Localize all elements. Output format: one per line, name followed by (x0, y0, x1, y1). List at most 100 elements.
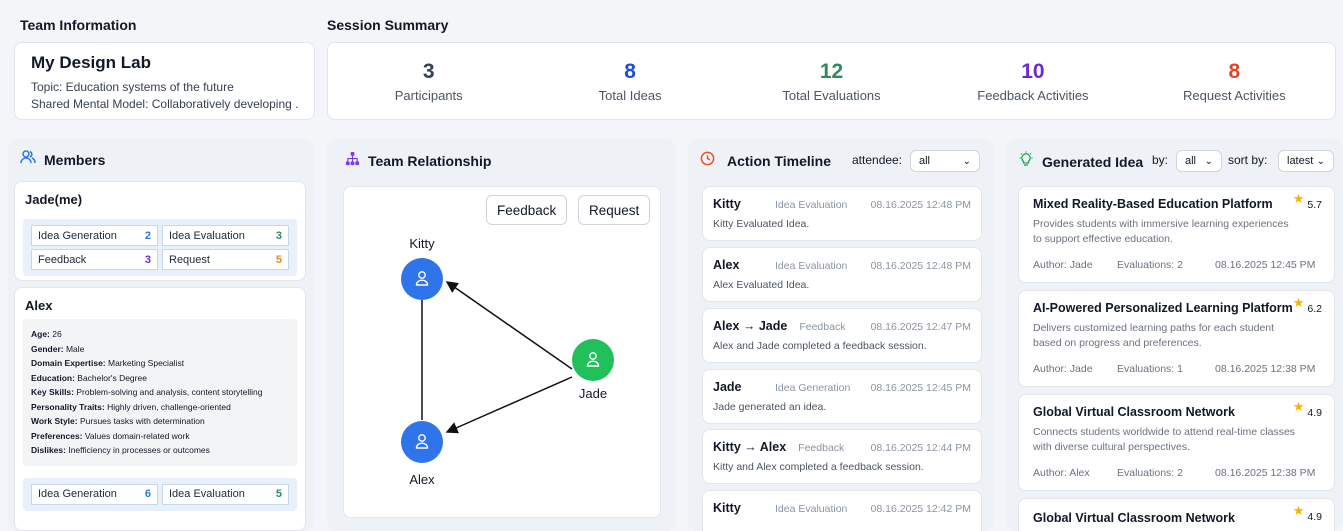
metric-feedback: Feedback 3 (31, 249, 158, 270)
timeline-desc: Alex and Jade completed a feedback sessi… (713, 340, 927, 352)
timeline-actor: Alex (713, 258, 740, 272)
stat-label: Feedback Activities (977, 88, 1089, 103)
profile-line: Work Style: Pursues tasks with determina… (31, 416, 205, 426)
edge-jade-kitty (445, 281, 573, 370)
chevron-down-icon: ⌄ (1316, 155, 1325, 167)
member-metrics: Idea Generation 2 Idea Evaluation 3 Feedba… (23, 219, 297, 276)
author-select[interactable]: all ⌄ (1176, 150, 1222, 172)
idea-time: 08.16.2025 12:45 PM (1215, 259, 1316, 271)
metric-value: 3 (144, 253, 151, 266)
author-select-value: all (1185, 155, 1197, 167)
stat-value: 10 (1021, 60, 1045, 83)
member-card-alex[interactable]: Alex Age: 26 Gender: Male Domain Experti… (14, 287, 306, 531)
timeline-time: 08.16.2025 12:42 PM (870, 503, 971, 515)
node-label-alex: Alex (409, 472, 435, 487)
star-icon: ★ (1292, 399, 1305, 414)
timeline-desc: Jade generated an idea. (713, 401, 827, 413)
generated-idea-panel: Generated Idea by: all ⌄ sort by: latest… (1006, 139, 1343, 531)
star-icon: ★ (1292, 191, 1305, 206)
stat-value: 3 (422, 60, 435, 83)
attendee-select-value: all (919, 155, 931, 167)
stat-label: Participants (394, 88, 463, 103)
action-timeline-title: Action Timeline (727, 153, 831, 169)
timeline-type: Feedback (798, 442, 845, 454)
timeline-desc: Alex Evaluated Idea. (713, 279, 810, 291)
action-timeline-panel: Action Timeline attendee: all ⌄ Kitty Ide… (688, 139, 994, 531)
stat-request-activities: 8 Request Activities (1134, 43, 1335, 119)
stat-value: 8 (624, 60, 636, 83)
chevron-down-icon: ⌄ (1204, 155, 1213, 167)
timeline-actor: Alex → Jade (713, 319, 788, 333)
hierarchy-icon (345, 151, 360, 171)
timeline-item[interactable]: Alex → Jade Feedback 08.16.2025 12:47 PM A… (702, 308, 982, 363)
timeline-item[interactable]: Kitty Idea Evaluation 08.16.2025 12:42 PM (702, 490, 982, 531)
idea-score-value: 4.9 (1307, 511, 1322, 523)
generated-idea-title: Generated Idea (1042, 153, 1144, 170)
metric-value: 5 (275, 488, 282, 500)
node-label-jade: Jade (578, 386, 608, 401)
idea-author: Author: Jade (1033, 259, 1093, 271)
metric-label: Idea Evaluation (169, 488, 245, 500)
node-alex[interactable] (401, 421, 443, 463)
timeline-desc: Kitty Evaluated Idea. (713, 218, 810, 230)
timeline-actor: Kitty (713, 197, 741, 211)
idea-meta: Author: Jade Evaluations: 1 08.16.2025 12:… (1033, 363, 1320, 375)
idea-evaluations: Evaluations: 1 (1117, 363, 1183, 375)
timeline-item[interactable]: Alex Idea Evaluation 08.16.2025 12:48 PM A… (702, 247, 982, 302)
star-icon: ★ (1292, 295, 1305, 310)
idea-desc: Connects students worldwide to attend re… (1033, 426, 1296, 453)
metric-label: Feedback (38, 253, 87, 266)
stat-label: Total Ideas (598, 88, 662, 103)
timeline-time: 08.16.2025 12:45 PM (870, 382, 971, 394)
metric-idea-generation: Idea Generation 6 (31, 483, 158, 505)
timeline-actor: Kitty → Alex (713, 440, 787, 454)
team-information-label: Team Information (20, 17, 137, 33)
timeline-time: 08.16.2025 12:48 PM (870, 199, 971, 211)
idea-time: 08.16.2025 12:38 PM (1215, 467, 1316, 479)
idea-score: ★ 4.9 (1293, 504, 1322, 523)
idea-card[interactable]: Mixed Reality-Based Education Platform ★… (1018, 186, 1335, 283)
node-jade[interactable] (572, 339, 614, 381)
idea-card[interactable]: Global Virtual Classroom Network ★ 4.9 Co… (1018, 394, 1335, 491)
session-summary-label: Session Summary (327, 17, 449, 33)
users-icon (20, 149, 36, 170)
timeline-desc: Kitty and Alex completed a feedback sess… (713, 461, 924, 473)
metric-value: 2 (144, 229, 151, 242)
metric-value: 5 (275, 253, 282, 266)
member-card-jade[interactable]: Jade(me) Idea Generation 2 Idea Evaluatio… (14, 181, 306, 281)
metric-idea-generation: Idea Generation 2 (31, 225, 158, 246)
timeline-type: Idea Evaluation (775, 260, 848, 272)
sort-label: sort by: (1228, 153, 1268, 167)
idea-evaluations: Evaluations: 2 (1117, 467, 1183, 479)
idea-author: Author: Jade (1033, 363, 1093, 375)
sort-select-value: latest (1287, 155, 1314, 167)
profile-line: Age: 26 (31, 329, 62, 339)
idea-title: Mixed Reality-Based Education Platform (1033, 197, 1273, 211)
profile-line: Gender: Male (31, 343, 85, 354)
node-label-kitty: Kitty (409, 236, 435, 251)
session-summary-card: 3 Participants 8 Total Ideas 12 Total Ev… (327, 42, 1336, 120)
idea-card[interactable]: AI-Powered Personalized Learning Platfor… (1018, 290, 1335, 387)
idea-score-value: 6.2 (1307, 303, 1322, 315)
timeline-time: 08.16.2025 12:48 PM (870, 260, 971, 272)
timeline-item[interactable]: Kitty Idea Evaluation 08.16.2025 12:48 PM … (702, 186, 982, 241)
timeline-item[interactable]: Kitty → Alex Feedback 08.16.2025 12:44 PM … (702, 429, 982, 484)
profile-line: Education: Bachelor's Degree (31, 372, 147, 383)
node-kitty[interactable] (401, 258, 443, 300)
timeline-type: Feedback (799, 321, 846, 333)
team-relationship-title: Team Relationship (368, 153, 492, 169)
attendee-select[interactable]: all ⌄ (910, 150, 980, 172)
members-title: Members (44, 151, 106, 168)
metric-label: Request (169, 253, 210, 266)
idea-card[interactable]: Global Virtual Classroom Network ★ 4.9 (1018, 498, 1335, 531)
timeline-item[interactable]: Jade Idea Generation 08.16.2025 12:45 PM J… (702, 369, 982, 424)
sort-select[interactable]: latest ⌄ (1278, 150, 1334, 172)
stat-value: 12 (819, 60, 844, 83)
idea-score-value: 4.9 (1307, 407, 1322, 419)
stat-label: Total Evaluations (782, 88, 881, 103)
profile-line: Domain Expertise: Marketing Specialist (31, 358, 185, 368)
metric-idea-evaluation: Idea Evaluation 3 (162, 225, 289, 246)
chevron-down-icon: ⌄ (962, 155, 971, 167)
idea-author: Author: Alex (1033, 467, 1090, 479)
profile-line: Preferences: Values domain-related work (31, 430, 190, 441)
